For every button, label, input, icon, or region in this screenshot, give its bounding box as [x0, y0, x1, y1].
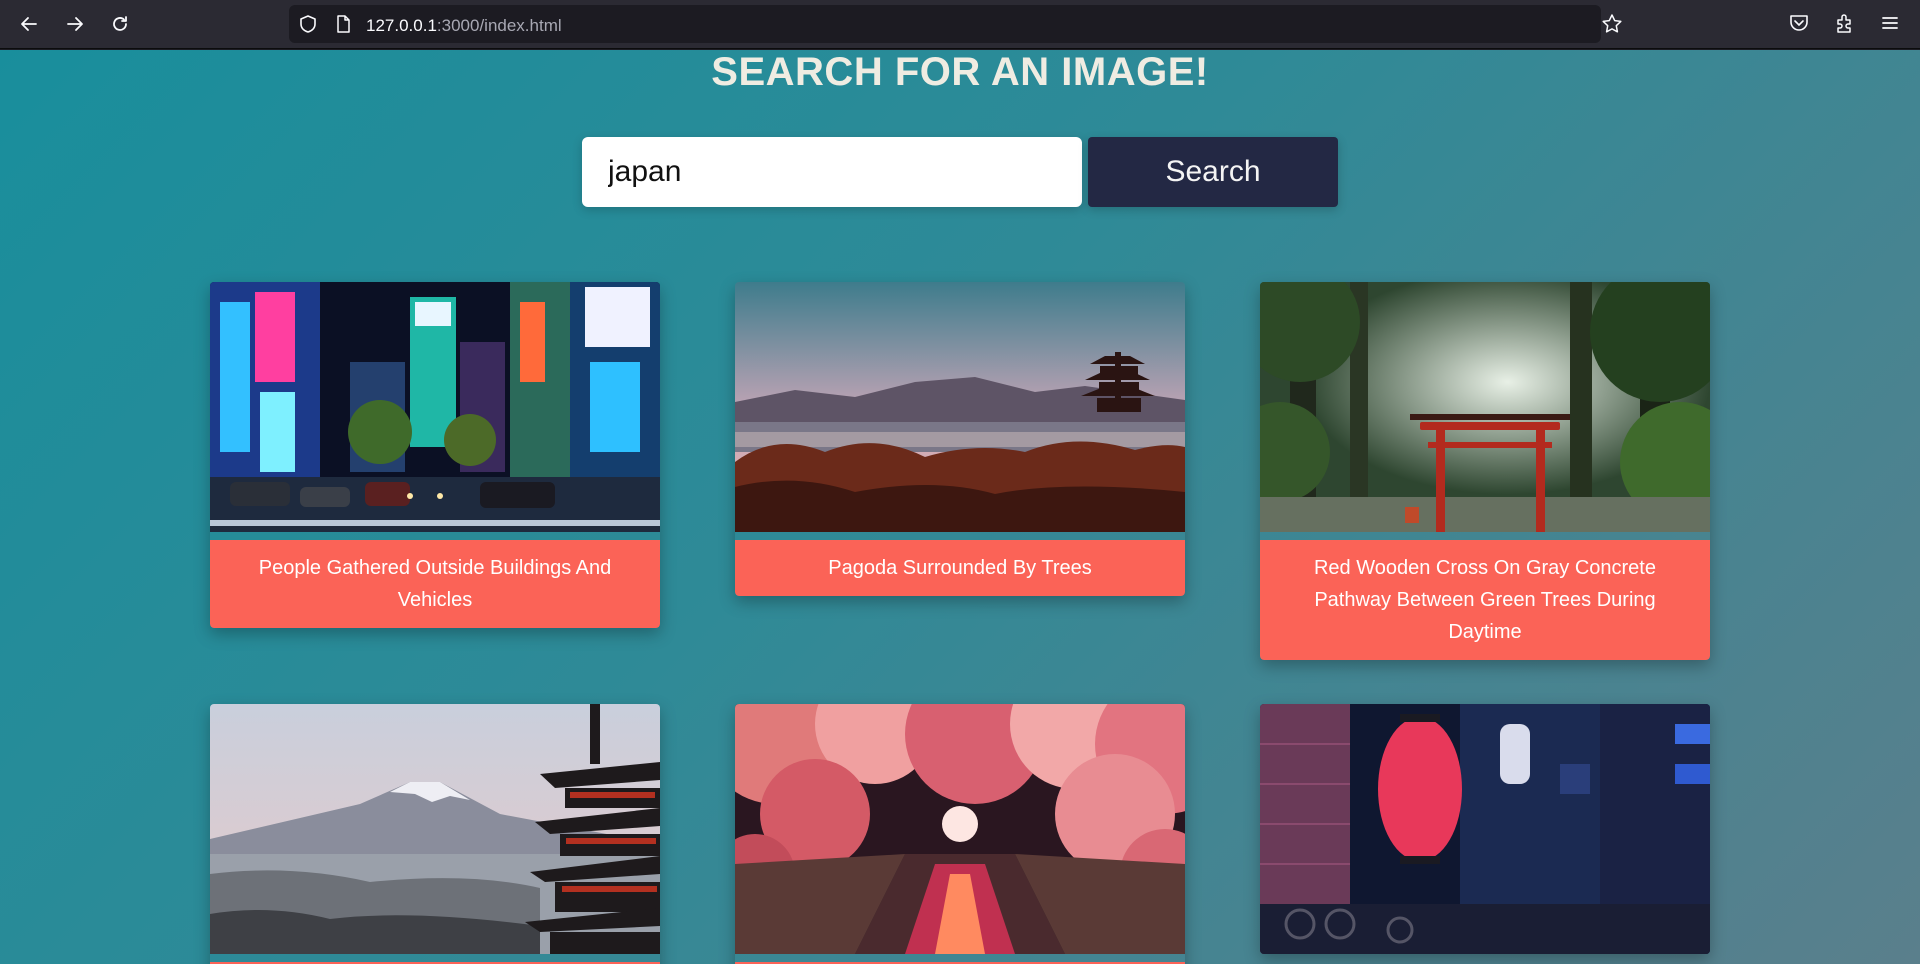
result-image[interactable] — [210, 704, 660, 954]
result-image[interactable] — [735, 704, 1185, 954]
result-image[interactable] — [735, 282, 1185, 532]
back-icon[interactable] — [14, 9, 44, 39]
shield-icon[interactable] — [298, 14, 318, 34]
result-caption: Red Wooden Cross On Gray Concrete Pathwa… — [1260, 540, 1710, 660]
mount-fuji-image — [210, 704, 660, 954]
pocket-icon[interactable] — [1788, 12, 1812, 36]
extensions-icon[interactable] — [1834, 12, 1858, 36]
result-image[interactable] — [1260, 704, 1710, 954]
forward-icon[interactable] — [60, 9, 90, 39]
result-card[interactable]: People Gathered Outside Buildings And Ve… — [210, 282, 660, 628]
result-card[interactable] — [1260, 704, 1710, 954]
page-icon[interactable] — [333, 14, 353, 34]
browser-toolbar: 127.0.0.1:3000/index.html — [0, 0, 1920, 49]
alley-lantern-image — [1260, 704, 1710, 954]
pagoda-dusk-image — [735, 282, 1185, 532]
result-image[interactable] — [210, 282, 660, 532]
result-card[interactable] — [735, 704, 1185, 964]
search-button[interactable]: Search — [1088, 137, 1338, 207]
city-night-image — [210, 282, 660, 532]
result-card[interactable]: Pagoda Surrounded By Trees — [735, 282, 1185, 596]
result-caption: Pagoda Surrounded By Trees — [735, 540, 1185, 596]
url-text[interactable]: 127.0.0.1:3000/index.html — [366, 16, 562, 36]
torii-forest-image — [1260, 282, 1710, 532]
url-path: :3000/index.html — [436, 16, 562, 35]
result-caption: People Gathered Outside Buildings And Ve… — [210, 540, 660, 628]
page-body: SEARCH FOR AN IMAGE! Search — [0, 50, 1920, 964]
menu-icon[interactable] — [1879, 12, 1903, 36]
result-image[interactable] — [1260, 282, 1710, 532]
url-host: 127.0.0.1 — [366, 16, 437, 35]
cherry-blossom-canal-image — [735, 704, 1185, 954]
page-title: SEARCH FOR AN IMAGE! — [711, 50, 1209, 94]
bookmark-star-icon[interactable] — [1601, 13, 1623, 35]
url-bar[interactable]: 127.0.0.1:3000/index.html — [289, 5, 1622, 43]
reload-icon[interactable] — [105, 9, 135, 39]
result-card[interactable]: Red Wooden Cross On Gray Concrete Pathwa… — [1260, 282, 1710, 660]
result-card[interactable] — [210, 704, 660, 964]
search-input[interactable] — [582, 137, 1082, 207]
